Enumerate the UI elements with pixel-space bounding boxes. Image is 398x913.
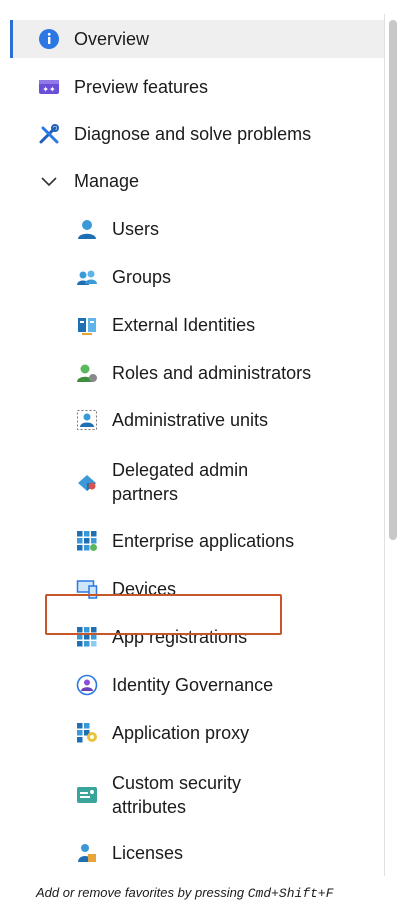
nav-label-delegated-admin-partners: Delegated admin partners — [112, 458, 248, 506]
nav-label-users: Users — [112, 219, 160, 239]
nav-label-preview-features: Preview features — [74, 77, 209, 97]
enterprise-apps-icon — [76, 530, 98, 552]
nav-label-administrative-units: Administrative units — [112, 410, 269, 430]
nav-item-delegated-admin-partners[interactable]: Delegated admin partners — [10, 454, 384, 510]
nav-item-custom-security-attributes[interactable]: Custom security attributes — [10, 767, 384, 823]
nav-label-custom-security-attributes: Custom security attributes — [112, 771, 241, 819]
custom-attributes-icon — [76, 784, 98, 806]
nav-item-application-proxy[interactable]: Application proxy — [10, 718, 384, 748]
admin-units-icon — [76, 409, 98, 431]
nav-label-delegated-line2: partners — [112, 484, 179, 504]
highlight-box-app-registrations — [45, 594, 282, 635]
nav-item-overview[interactable]: Overview — [10, 20, 384, 58]
nav-item-preview-features[interactable]: ✦✦ Preview features — [10, 72, 384, 102]
chevron-down-icon — [38, 170, 60, 192]
nav-label-delegated-line1: Delegated admin — [112, 460, 249, 480]
nav-label-external-identities: External Identities — [112, 315, 256, 335]
app-proxy-icon — [76, 722, 98, 744]
nav-item-roles[interactable]: Roles and administrators — [10, 358, 384, 388]
nav-label-overview: Overview — [74, 29, 150, 49]
nav-item-licenses[interactable]: Licenses — [10, 838, 384, 868]
scrollbar-thumb[interactable] — [389, 20, 397, 540]
nav-label-custom-line2: attributes — [112, 797, 187, 817]
nav-label-diagnose: Diagnose and solve problems — [74, 124, 312, 144]
nav-label-application-proxy: Application proxy — [112, 723, 250, 743]
favorites-shortcut: Cmd+Shift+F — [247, 886, 334, 901]
governance-icon — [76, 674, 98, 696]
nav-item-administrative-units[interactable]: Administrative units — [10, 405, 384, 435]
favorites-hint: Add or remove favorites by pressing Cmd+… — [0, 880, 398, 913]
nav-label-identity-governance: Identity Governance — [112, 675, 274, 695]
nav-label-groups: Groups — [112, 267, 172, 287]
nav-label-manage: Manage — [74, 171, 140, 191]
nav-item-identity-governance[interactable]: Identity Governance — [10, 670, 384, 700]
delegated-icon — [76, 471, 98, 493]
nav-item-external-identities[interactable]: External Identities — [10, 310, 384, 340]
group-icon — [76, 266, 98, 288]
info-icon — [38, 28, 60, 50]
nav-item-users[interactable]: Users — [10, 214, 384, 244]
nav-item-groups[interactable]: Groups — [10, 262, 384, 292]
user-icon — [76, 218, 98, 240]
favorites-hint-text: Add or remove favorites by pressing — [36, 885, 248, 900]
roles-icon — [76, 362, 98, 384]
tools-icon — [38, 123, 60, 145]
nav-item-diagnose[interactable]: Diagnose and solve problems — [10, 119, 384, 149]
navigation-menu: Overview ✦✦ Preview features Diagnose an… — [10, 14, 385, 876]
svg-text:✦✦: ✦✦ — [42, 85, 56, 94]
nav-item-enterprise-applications[interactable]: Enterprise applications — [10, 526, 384, 556]
nav-label-custom-line1: Custom security — [112, 773, 242, 793]
nav-label-roles: Roles and administrators — [112, 363, 312, 383]
preview-icon: ✦✦ — [38, 76, 60, 98]
nav-label-enterprise-applications: Enterprise applications — [112, 531, 295, 551]
nav-label-licenses: Licenses — [112, 843, 184, 863]
nav-group-manage[interactable]: Manage — [10, 166, 384, 196]
external-id-icon — [76, 314, 98, 336]
licenses-icon — [76, 842, 98, 864]
